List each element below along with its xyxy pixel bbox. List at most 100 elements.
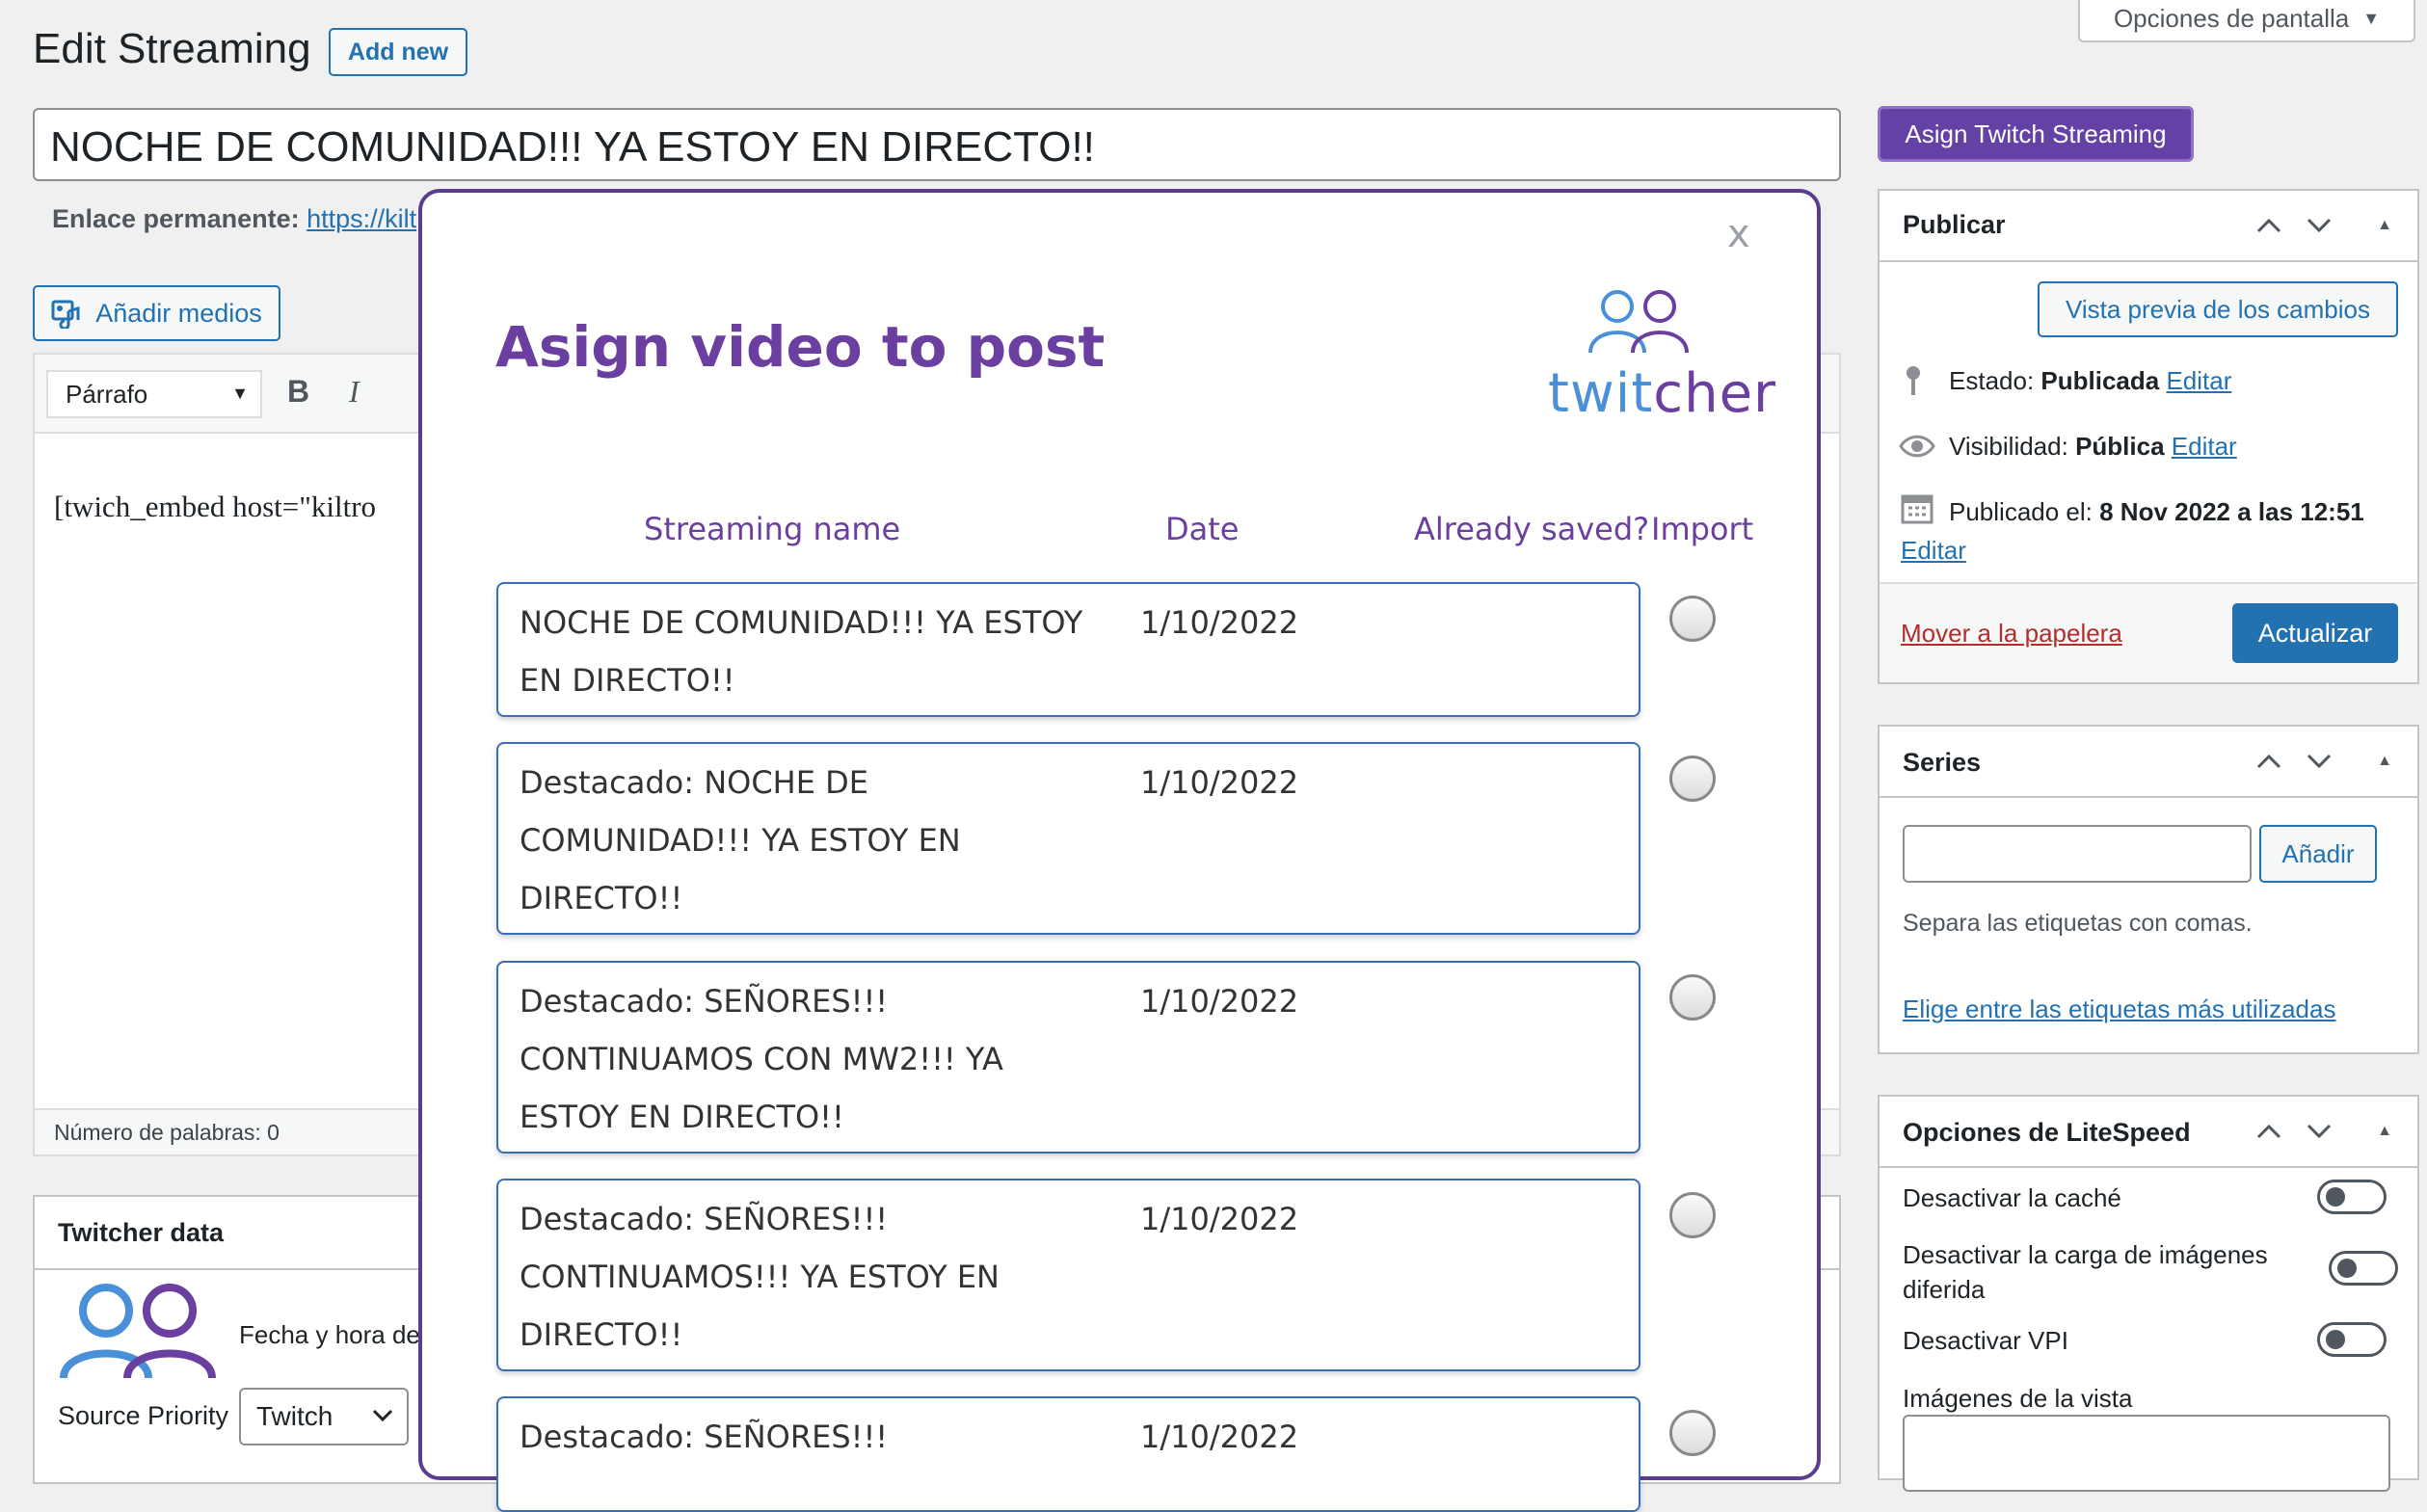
move-up-icon[interactable] xyxy=(2250,1112,2288,1151)
date-label: Fecha y hora de xyxy=(239,1320,420,1349)
published-value: 8 Nov 2022 a las 12:51 xyxy=(2099,497,2364,526)
disable-cache-label: Desactivar la caché xyxy=(1903,1183,2121,1212)
bold-button[interactable]: B xyxy=(287,374,309,410)
close-icon[interactable]: x xyxy=(1727,212,1750,256)
visibility-value: Pública xyxy=(2075,432,2165,461)
move-to-trash-link[interactable]: Mover a la papelera xyxy=(1901,619,2122,649)
stream-name: Destacado: SEÑORES!!! CONTINUAMOS CON MW… xyxy=(520,983,1003,1135)
post-title-input[interactable]: NOCHE DE COMUNIDAD!!! YA ESTOY EN DIRECT… xyxy=(33,108,1841,181)
status-edit-link[interactable]: Editar xyxy=(2166,366,2231,395)
litespeed-title: Opciones de LiteSpeed xyxy=(1903,1118,2191,1147)
media-icon xyxy=(51,300,80,329)
calendar-icon xyxy=(1901,494,1934,524)
col-already-saved: Already saved? xyxy=(1414,511,1650,547)
published-label: Publicado el: xyxy=(1949,497,2093,526)
litespeed-box: Opciones de LiteSpeed ▲ Desactivar la ca… xyxy=(1878,1095,2419,1492)
visibility-edit-link[interactable]: Editar xyxy=(2172,432,2237,461)
disable-cache-toggle[interactable] xyxy=(2317,1180,2387,1214)
add-media-label: Añadir medios xyxy=(95,298,262,328)
status-label: Estado: xyxy=(1949,366,2035,395)
twitcher-logo-icon xyxy=(1588,290,1689,354)
preview-changes-button[interactable]: Vista previa de los cambios xyxy=(2038,281,2398,337)
move-up-icon[interactable] xyxy=(2250,742,2288,781)
series-add-button[interactable]: Añadir xyxy=(2259,825,2377,883)
asign-video-modal: x Asign video to post twitcher Streaming… xyxy=(418,189,1821,1512)
chevron-down-icon xyxy=(372,1409,393,1422)
add-new-button[interactable]: Add new xyxy=(329,28,467,76)
stream-date: 1/10/2022 xyxy=(1140,764,1299,801)
status-row: Estado: Publicada Editar xyxy=(1949,366,2231,396)
caret-down-icon: ▼ xyxy=(231,384,249,403)
permalink: Enlace permanente: https://kilt xyxy=(52,204,416,234)
stream-name: Destacado: SEÑORES!!! xyxy=(520,1419,889,1455)
stream-date: 1/10/2022 xyxy=(1140,604,1299,641)
post-title-value: NOCHE DE COMUNIDAD!!! YA ESTOY EN DIRECT… xyxy=(50,123,1095,171)
visibility-row: Visibilidad: Pública Editar xyxy=(1949,432,2237,462)
viewport-images-input[interactable] xyxy=(1903,1415,2390,1492)
disable-lazyload-label: Desactivar la carga de imágenes diferida xyxy=(1903,1240,2268,1304)
format-select[interactable]: Párrafo ▼ xyxy=(46,370,262,418)
collapse-icon[interactable]: ▲ xyxy=(2365,206,2404,245)
viewport-images-label: Imágenes de la vista xyxy=(1903,1384,2133,1413)
published-edit-link[interactable]: Editar xyxy=(1901,536,1966,566)
permalink-link[interactable]: https://kilt xyxy=(307,204,416,233)
stream-row[interactable]: Destacado: SEÑORES!!! CONTINUAMOS CON MW… xyxy=(496,961,1640,1154)
disable-vpi-label: Desactivar VPI xyxy=(1903,1326,2068,1355)
twitcher-data-title: Twitcher data xyxy=(58,1218,225,1247)
source-priority-select[interactable]: Twitch xyxy=(239,1388,409,1446)
stream-row[interactable]: Destacado: SEÑORES!!! CONTINUAMOS!!! YA … xyxy=(496,1179,1640,1371)
eye-icon xyxy=(1899,435,1935,458)
asign-twitch-streaming-button[interactable]: Asign Twitch Streaming xyxy=(1878,106,2194,162)
update-button[interactable]: Actualizar xyxy=(2232,603,2398,663)
published-row: Publicado el: 8 Nov 2022 a las 12:51 xyxy=(1949,497,2364,527)
permalink-label: Enlace permanente: xyxy=(52,204,300,233)
import-radio[interactable] xyxy=(1669,1192,1716,1238)
publish-box: Publicar ▲ Vista previa de los cambios E… xyxy=(1878,189,2419,684)
col-import: Import xyxy=(1651,511,1754,547)
twitcher-logo-icon xyxy=(60,1284,216,1379)
source-priority-label: Source Priority xyxy=(58,1401,229,1430)
import-radio[interactable] xyxy=(1669,1410,1716,1456)
series-choose-link[interactable]: Elige entre las etiquetas más utilizadas xyxy=(1903,995,2335,1024)
modal-title: Asign video to post xyxy=(495,314,1106,380)
word-count: Número de palabras: 0 xyxy=(54,1120,280,1145)
source-priority-value: Twitch xyxy=(256,1401,333,1431)
move-up-icon[interactable] xyxy=(2250,206,2288,245)
italic-button[interactable]: I xyxy=(349,374,360,410)
move-down-icon[interactable] xyxy=(2300,206,2338,245)
stream-date: 1/10/2022 xyxy=(1140,983,1299,1020)
col-streaming-name: Streaming name xyxy=(644,511,901,547)
import-radio[interactable] xyxy=(1669,756,1716,802)
twitcher-logo-text: twitcher xyxy=(1548,362,1776,425)
page-title: Edit Streaming xyxy=(33,25,311,72)
stream-row[interactable]: NOCHE DE COMUNIDAD!!! YA ESTOY EN DIRECT… xyxy=(496,582,1640,717)
visibility-label: Visibilidad: xyxy=(1949,432,2068,461)
editor-content[interactable]: [twich_embed host="kiltro xyxy=(54,490,376,524)
stream-name: NOCHE DE COMUNIDAD!!! YA ESTOY EN DIRECT… xyxy=(520,604,1083,699)
import-radio[interactable] xyxy=(1669,596,1716,642)
stream-date: 1/10/2022 xyxy=(1140,1419,1299,1455)
disable-vpi-toggle[interactable] xyxy=(2317,1322,2387,1357)
stream-name: Destacado: SEÑORES!!! CONTINUAMOS!!! YA … xyxy=(520,1201,1000,1353)
stream-name: Destacado: NOCHE DE COMUNIDAD!!! YA ESTO… xyxy=(520,764,961,916)
stream-row[interactable]: Destacado: SEÑORES!!! 1/10/2022 xyxy=(496,1396,1640,1512)
series-title: Series xyxy=(1903,748,1982,777)
format-select-value: Párrafo xyxy=(66,380,148,409)
stream-row[interactable]: Destacado: NOCHE DE COMUNIDAD!!! YA ESTO… xyxy=(496,742,1640,935)
collapse-icon[interactable]: ▲ xyxy=(2365,742,2404,781)
move-down-icon[interactable] xyxy=(2300,1112,2338,1151)
logo-text-b: cher xyxy=(1653,362,1777,425)
add-media-button[interactable]: Añadir medios xyxy=(33,285,280,341)
screen-options-button[interactable]: Opciones de pantalla ▼ xyxy=(2078,0,2415,42)
col-date: Date xyxy=(1165,511,1240,547)
series-box: Series ▲ Añadir Separa las etiquetas con… xyxy=(1878,725,2419,1054)
collapse-icon[interactable]: ▲ xyxy=(2365,1112,2404,1151)
disable-lazyload-toggle[interactable] xyxy=(2329,1251,2398,1286)
logo-text-a: twit xyxy=(1548,362,1654,425)
series-help: Separa las etiquetas con comas. xyxy=(1903,910,2253,937)
caret-down-icon: ▼ xyxy=(2362,8,2381,28)
series-input[interactable] xyxy=(1903,825,2252,883)
import-radio[interactable] xyxy=(1669,974,1716,1021)
move-down-icon[interactable] xyxy=(2300,742,2338,781)
status-value: Publicada xyxy=(2040,366,2160,395)
